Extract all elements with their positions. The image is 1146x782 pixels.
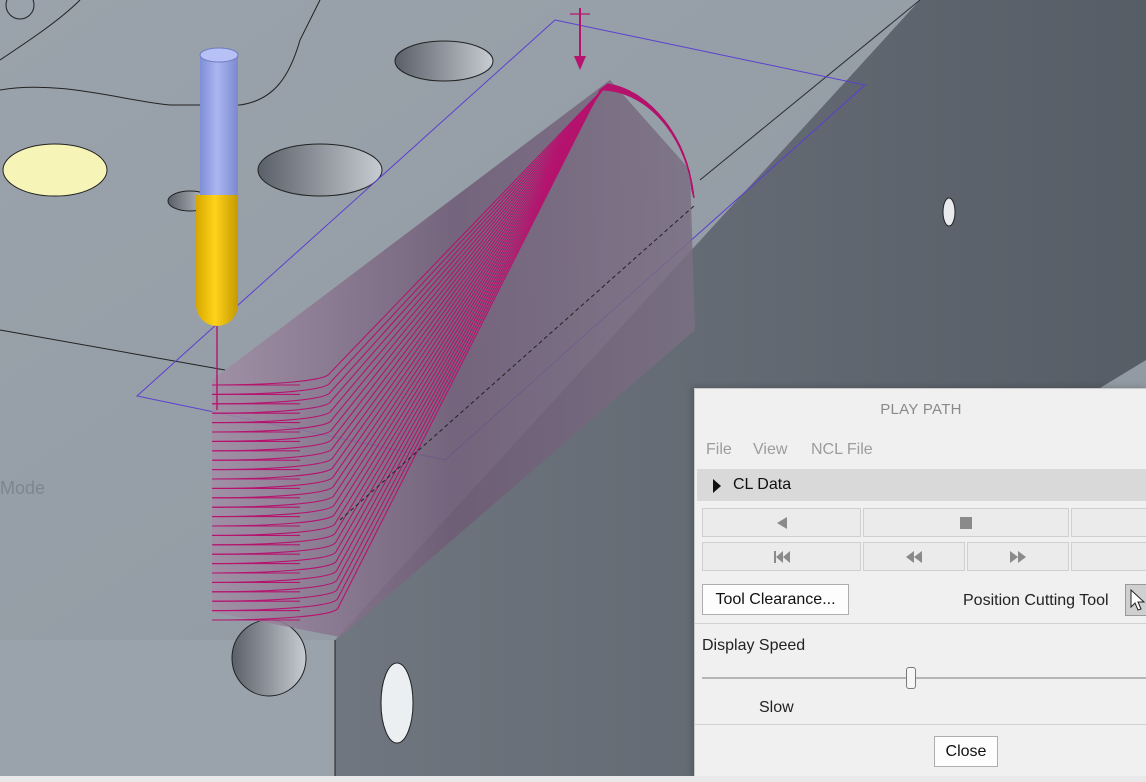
play-forward-button[interactable] xyxy=(1071,508,1146,537)
tool-cutter xyxy=(196,195,238,326)
rewind-icon xyxy=(906,550,922,563)
cursor-icon xyxy=(1130,589,1146,611)
display-speed-label: Display Speed xyxy=(702,637,806,654)
hole-6 xyxy=(380,662,414,744)
close-button[interactable]: Close xyxy=(934,736,998,767)
menu-file[interactable]: File xyxy=(706,441,732,459)
cl-data-section[interactable]: CL Data xyxy=(697,469,1146,501)
goto-end-button[interactable] xyxy=(1071,542,1146,571)
menu-view[interactable]: View xyxy=(753,441,787,459)
play-path-dialog[interactable]: PLAY PATH File View NCL File CL Data Too… xyxy=(694,388,1146,779)
bottom-strip xyxy=(0,776,1146,782)
mode-label: Mode xyxy=(0,478,46,498)
hole-1 xyxy=(394,40,494,82)
tool-clearance-button[interactable]: Tool Clearance... xyxy=(702,584,849,615)
hole-highlighted xyxy=(2,143,108,197)
position-cutting-tool-button[interactable] xyxy=(1125,584,1146,616)
triangle-right-icon xyxy=(713,479,721,493)
stop-button[interactable] xyxy=(863,508,1069,537)
stop-icon xyxy=(960,516,972,529)
speed-slider-thumb[interactable] xyxy=(906,667,917,689)
dialog-title: PLAY PATH xyxy=(880,401,962,418)
hole-2 xyxy=(257,143,383,197)
step-back-button[interactable] xyxy=(863,542,965,571)
position-cutting-tool-label: Position Cutting Tool xyxy=(963,592,1109,609)
tool-shank xyxy=(200,55,238,195)
fast-forward-icon xyxy=(1010,550,1026,563)
speed-slider-track[interactable] xyxy=(702,677,1146,679)
slow-label: Slow xyxy=(759,699,794,716)
play-reverse-icon xyxy=(776,516,787,529)
menu-ncl-file[interactable]: NCL File xyxy=(811,441,873,459)
goto-start-button[interactable] xyxy=(702,542,861,571)
play-reverse-button[interactable] xyxy=(702,508,861,537)
step-forward-button[interactable] xyxy=(967,542,1069,571)
hole-4 xyxy=(942,197,956,227)
cl-data-label: CL Data xyxy=(733,476,792,493)
skip-start-icon xyxy=(773,550,790,563)
hole-5 xyxy=(231,619,307,697)
menu-bar: File View NCL File xyxy=(695,435,1146,465)
